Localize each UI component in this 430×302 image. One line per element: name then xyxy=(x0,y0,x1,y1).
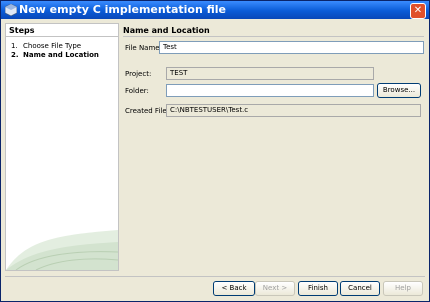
section-title: Name and Location xyxy=(123,26,210,35)
folder-input[interactable] xyxy=(166,84,374,97)
decorative-swoosh xyxy=(6,230,118,270)
dialog-window: New empty C implementation file ✕ Steps … xyxy=(0,0,430,302)
title-bar[interactable]: New empty C implementation file ✕ xyxy=(1,1,429,19)
help-button[interactable]: Help xyxy=(383,281,423,296)
back-button[interactable]: < Back xyxy=(213,281,255,296)
cancel-button[interactable]: Cancel xyxy=(340,281,380,296)
step-label: Name and Location xyxy=(23,51,99,59)
folder-label: Folder: xyxy=(125,87,149,95)
file-name-label: File Name: xyxy=(125,44,162,52)
section-divider xyxy=(123,36,424,37)
steps-panel: Steps 1. Choose File Type 2. Name and Loca… xyxy=(5,23,119,271)
step-number: 1. xyxy=(11,42,18,50)
next-button[interactable]: Next > xyxy=(255,281,295,296)
browse-button[interactable]: Browse... xyxy=(377,83,421,98)
close-button[interactable]: ✕ xyxy=(410,3,426,19)
button-bar-divider xyxy=(5,276,425,277)
window-title: New empty C implementation file xyxy=(19,3,227,16)
step-number: 2. xyxy=(11,51,19,59)
steps-divider xyxy=(6,36,118,37)
file-name-input[interactable]: Test xyxy=(159,41,424,54)
step-label: Choose File Type xyxy=(23,42,82,50)
created-file-label: Created File: xyxy=(125,107,169,115)
netbeans-cube-icon xyxy=(5,4,17,16)
finish-button[interactable]: Finish xyxy=(298,281,338,296)
step-item-2: 2. Name and Location xyxy=(11,51,99,59)
project-label: Project: xyxy=(125,70,152,78)
steps-title: Steps xyxy=(9,26,35,35)
created-file-field: C:\NBTESTUSER\Test.c xyxy=(166,104,421,117)
step-item-1: 1. Choose File Type xyxy=(11,42,81,50)
project-field: TEST xyxy=(166,67,374,80)
